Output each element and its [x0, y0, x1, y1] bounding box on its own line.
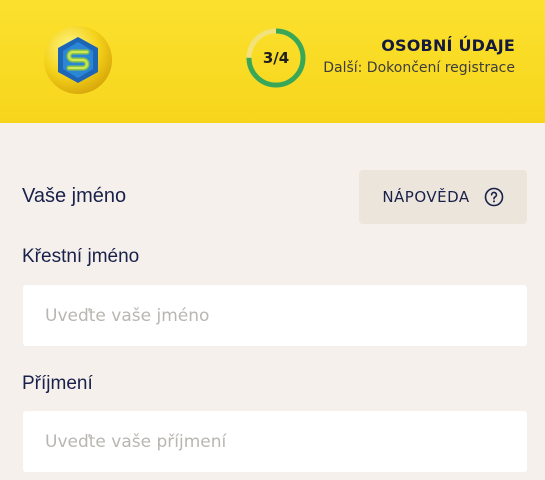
last-name-input[interactable] [23, 411, 527, 472]
section-title: Vaše jméno [22, 185, 127, 207]
step-title: OSOBNÍ ÚDAJE [381, 36, 515, 55]
app-header: 3/4 OSOBNÍ ÚDAJE Další: Dokončení regist… [0, 0, 545, 123]
brand-logo-icon[interactable] [43, 25, 113, 95]
help-button-label: NÁPOVĚDA [382, 188, 470, 206]
help-button[interactable]: NÁPOVĚDA [359, 170, 527, 224]
progress-step-text: 3/4 [262, 49, 290, 67]
question-circle-icon [484, 187, 503, 207]
last-name-label: Příjmení [22, 373, 93, 394]
first-name-label: Křestní jméno [22, 246, 140, 267]
next-step-text: Další: Dokončení registrace [323, 60, 515, 76]
first-name-input[interactable] [23, 285, 527, 346]
